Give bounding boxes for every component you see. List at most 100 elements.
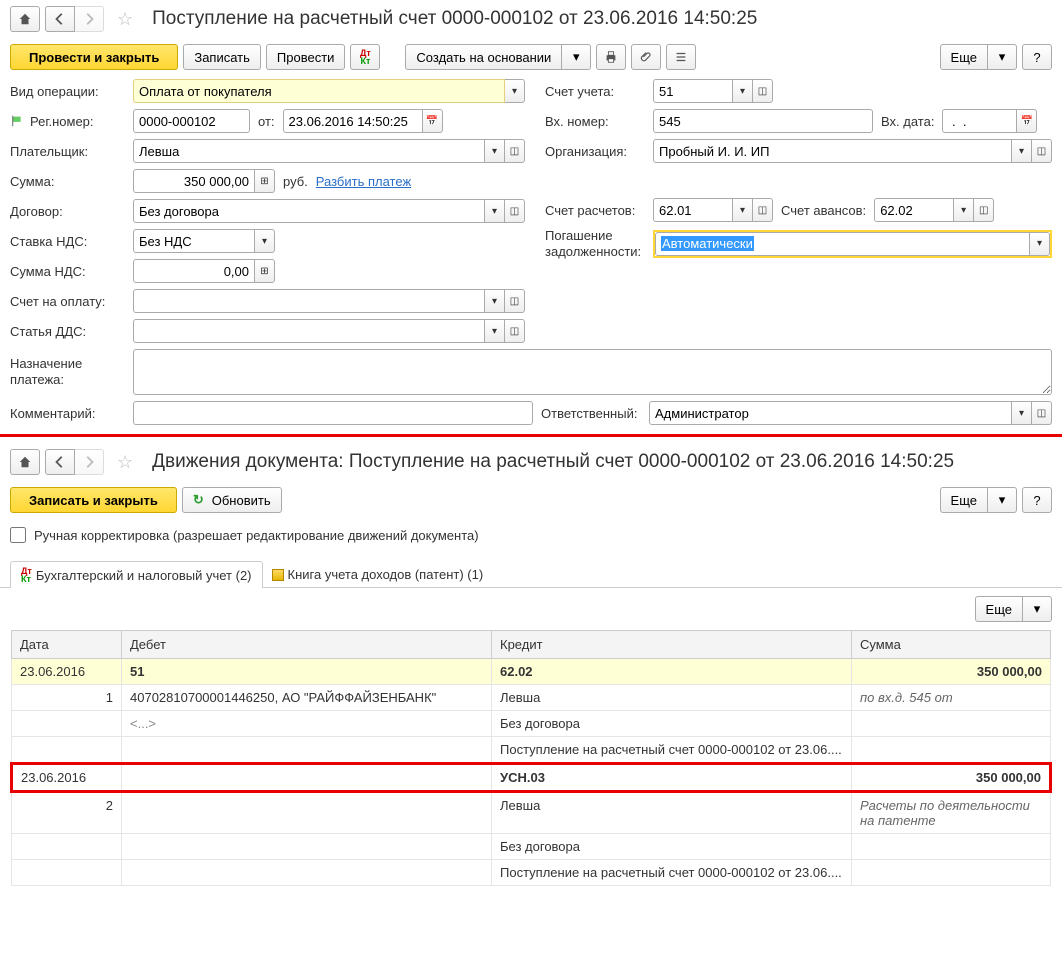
date-picker-btn[interactable]: 📅 [423,109,443,133]
contract-input[interactable] [133,199,485,223]
home-button-2[interactable] [10,449,40,475]
more-dropdown-2[interactable]: ▾ [987,487,1017,513]
label-responsible: Ответственный: [541,406,641,421]
dds-dropdown[interactable]: ▾ [485,319,505,343]
settle-acc-open[interactable]: ◫ [753,198,773,222]
th-sum[interactable]: Сумма [852,631,1051,659]
responsible-open[interactable]: ◫ [1032,401,1052,425]
table-row[interactable]: Поступление на расчетный счет 0000-00010… [12,737,1051,764]
account-open[interactable]: ◫ [753,79,773,103]
post-button[interactable]: Провести [266,44,346,70]
advance-acc-input[interactable] [874,198,954,222]
responsible-dropdown[interactable]: ▾ [1012,401,1032,425]
save-close-button[interactable]: Записать и закрыть [10,487,177,513]
tab-patent-book[interactable]: Книга учета доходов (патент) (1) [263,563,493,585]
reg-num-input[interactable] [133,109,250,133]
in-date-picker[interactable]: 📅 [1017,109,1037,133]
advance-acc-dropdown[interactable]: ▾ [954,198,974,222]
print-button[interactable] [596,44,626,70]
dds-open[interactable]: ◫ [505,319,525,343]
settle-acc-input[interactable] [653,198,733,222]
help-button-1[interactable]: ? [1022,44,1052,70]
home-icon [18,12,32,26]
create-based-dropdown[interactable]: ▾ [561,44,591,70]
vat-sum-calc[interactable]: ⊞ [255,259,275,283]
th-date[interactable]: Дата [12,631,122,659]
split-payment-link[interactable]: Разбить платеж [316,174,411,189]
purpose-textarea[interactable] [133,349,1052,395]
debt-repay-dropdown[interactable]: ▾ [1030,232,1050,256]
label-in-date: Вх. дата: [881,114,934,129]
in-num-input[interactable] [653,109,873,133]
vat-sum-input[interactable] [133,259,255,283]
table-row[interactable]: <...>Без договора [12,711,1051,737]
payer-input[interactable] [133,139,485,163]
org-input[interactable] [653,139,1012,163]
vat-rate-dropdown[interactable]: ▾ [255,229,275,253]
save-button[interactable]: Записать [183,44,261,70]
account-input[interactable] [653,79,733,103]
table-row[interactable]: Поступление на расчетный счет 0000-00010… [12,860,1051,886]
advance-acc-open[interactable]: ◫ [974,198,994,222]
help-button-2[interactable]: ? [1022,487,1052,513]
contract-open[interactable]: ◫ [505,199,525,223]
responsible-input[interactable] [649,401,1012,425]
section-divider [0,434,1062,437]
label-vat-rate: Ставка НДС: [10,234,125,249]
sum-input[interactable] [133,169,255,193]
org-dropdown[interactable]: ▾ [1012,139,1032,163]
table-more-button[interactable]: Еще [975,596,1023,622]
more-dropdown-1[interactable]: ▾ [987,44,1017,70]
comment-input[interactable] [133,401,533,425]
tab-accounting-label: Бухгалтерский и налоговый учет (2) [36,568,252,583]
contract-dropdown[interactable]: ▾ [485,199,505,223]
list-button[interactable] [666,44,696,70]
debt-repay-input[interactable]: Автоматически [655,232,1030,256]
forward-button-2[interactable] [74,449,104,475]
dtkt-button[interactable]: ДтКт [350,44,380,70]
table-row[interactable]: 23.06.2016УСН.03350 000,00 [12,764,1051,792]
back-button[interactable] [45,6,75,32]
th-debit[interactable]: Дебет [122,631,492,659]
forward-button[interactable] [74,6,104,32]
more-button-2[interactable]: Еще [940,487,988,513]
date-input[interactable] [283,109,423,133]
attach-button[interactable] [631,44,661,70]
label-comment: Комментарий: [10,406,125,421]
tab-accounting[interactable]: ДтКт Бухгалтерский и налоговый учет (2) [10,561,263,588]
sum-calc[interactable]: ⊞ [255,169,275,193]
table-row[interactable]: 140702810700001446250, АО "РАЙФФАЙЗЕНБАН… [12,685,1051,711]
invoice-open[interactable]: ◫ [505,289,525,313]
home-button[interactable] [10,6,40,32]
in-date-input[interactable] [942,109,1017,133]
label-vat-sum: Сумма НДС: [10,264,125,279]
th-credit[interactable]: Кредит [492,631,852,659]
dds-input[interactable] [133,319,485,343]
create-based-button[interactable]: Создать на основании [405,44,562,70]
invoice-input[interactable] [133,289,485,313]
refresh-button[interactable]: Обновить [182,487,282,513]
op-type-dropdown[interactable]: ▾ [505,79,525,103]
account-dropdown[interactable]: ▾ [733,79,753,103]
payer-dropdown[interactable]: ▾ [485,139,505,163]
org-open[interactable]: ◫ [1032,139,1052,163]
reg-flag-icon [10,114,26,128]
manual-correction-checkbox[interactable] [10,527,26,543]
post-and-close-button[interactable]: Провести и закрыть [10,44,178,70]
table-row[interactable]: 2ЛевшаРасчеты по деятельности на патенте [12,792,1051,834]
dtkt-icon: ДтКт [21,567,32,583]
label-sum: Сумма: [10,174,125,189]
favorite-star-icon-2[interactable]: ☆ [117,452,133,473]
table-row[interactable]: 23.06.20165162.02350 000,00 [12,659,1051,685]
page-title-2: Движения документа: Поступление на расче… [152,451,954,473]
table-more-dropdown[interactable]: ▾ [1022,596,1052,622]
op-type-input[interactable] [133,79,505,103]
favorite-star-icon[interactable]: ☆ [117,9,133,30]
vat-rate-input[interactable] [133,229,255,253]
payer-open[interactable]: ◫ [505,139,525,163]
more-button-1[interactable]: Еще [940,44,988,70]
back-button-2[interactable] [45,449,75,475]
settle-acc-dropdown[interactable]: ▾ [733,198,753,222]
invoice-dropdown[interactable]: ▾ [485,289,505,313]
table-row[interactable]: Без договора [12,834,1051,860]
